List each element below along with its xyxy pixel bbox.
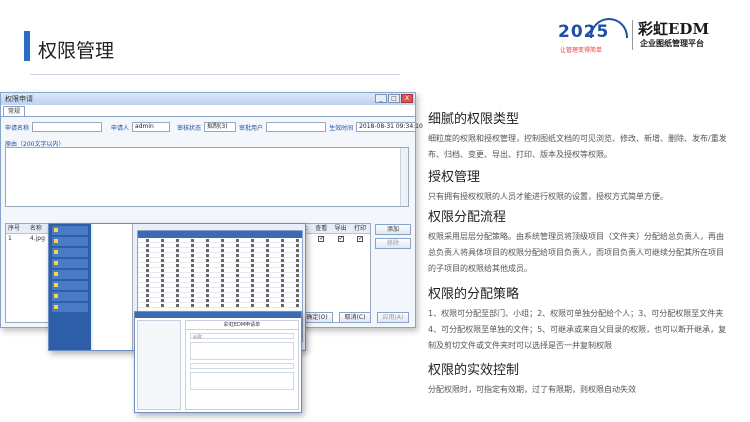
apply-button[interactable]: 应用(A) bbox=[377, 312, 409, 323]
tree-node bbox=[93, 242, 132, 248]
permission-cell bbox=[331, 234, 350, 244]
column-header[interactable]: 查看 bbox=[311, 224, 330, 233]
section-body: 分配权限时，可指定有效期，过了有限期，则权限自动失效 bbox=[428, 385, 636, 394]
cloud-icon bbox=[590, 18, 628, 38]
logo-subtitle: 企业图纸管理平台 bbox=[640, 39, 704, 48]
status-label: 审核状态 bbox=[177, 124, 202, 132]
remove-button[interactable]: 移除 bbox=[375, 238, 411, 249]
sidebar-item bbox=[52, 303, 88, 312]
logo-slogan: 让管理变得简单 bbox=[560, 47, 603, 54]
reviewer-label: 审批用户 bbox=[239, 124, 264, 132]
dialog-titlebar: 权限申请 _ □ X bbox=[1, 93, 415, 105]
logo-2025: 2025 让管理变得简单 bbox=[558, 18, 628, 54]
row-index: 1 bbox=[8, 235, 12, 242]
sidebar-item bbox=[52, 259, 88, 268]
form-field bbox=[190, 342, 294, 360]
minimize-icon[interactable]: _ bbox=[375, 94, 387, 103]
cancel-button[interactable]: 取消(C) bbox=[339, 312, 371, 323]
tab-general[interactable]: 常规 bbox=[3, 106, 25, 116]
column-header[interactable]: 序号 bbox=[6, 224, 28, 233]
add-button[interactable]: 添加 bbox=[375, 224, 411, 235]
form-field bbox=[190, 363, 294, 369]
permission-cell bbox=[350, 234, 369, 244]
section-body: 细粒度的权限和授权管理，控制图纸文档的可见浏览、修改、新增、删除、发布/重发布、… bbox=[428, 134, 727, 159]
reviewer-input[interactable] bbox=[266, 122, 327, 132]
section-allocation-flow: 权限分配流程 权限采用层层分配策略。由系统管理员将顶级项目（文件夹）分配给总负责… bbox=[428, 206, 728, 277]
requester-label: 申请人 bbox=[111, 124, 130, 132]
page-title: 权限管理 bbox=[38, 40, 115, 62]
permission-checkbox[interactable] bbox=[318, 234, 324, 244]
close-icon[interactable]: X bbox=[401, 94, 413, 103]
section-heading: 权限分配流程 bbox=[428, 210, 507, 225]
section-heading: 权限的实效控制 bbox=[428, 363, 520, 378]
window-controls: _ □ X bbox=[375, 94, 413, 103]
form-field-company: 公司： bbox=[190, 333, 294, 339]
section-body: 权限采用层层分配策略。由系统管理员将顶级项目（文件夹）分配给总负责人，再由总负责… bbox=[428, 232, 724, 273]
grid-row bbox=[138, 303, 302, 308]
maximize-icon[interactable]: □ bbox=[388, 94, 400, 103]
sidebar-item bbox=[52, 281, 88, 290]
section-body: 1、权限可分配至部门、小组；2、权限可单独分配给个人；3、可分配权限至文件夹4、… bbox=[428, 309, 727, 350]
sidebar-item bbox=[52, 226, 88, 235]
title-accent-bar bbox=[24, 31, 30, 61]
sidebar-item bbox=[52, 237, 88, 246]
request-form-screenshot: 彩虹EDM申请单 公司： bbox=[134, 311, 302, 413]
section-permission-types: 细腻的权限类型 细粒度的权限和授权管理，控制图纸文档的可见浏览、修改、新增、删除… bbox=[428, 108, 728, 163]
effective-time-input[interactable]: 2018-08-31 09:34:10 bbox=[356, 122, 423, 132]
reason-textarea[interactable] bbox=[5, 147, 409, 207]
request-name-label: 申请名称 bbox=[5, 124, 30, 132]
form-header: 彩虹EDM申请单 bbox=[186, 321, 298, 330]
column-header[interactable]: 打印 bbox=[350, 224, 369, 233]
column-header[interactable]: 导出 bbox=[331, 224, 350, 233]
effective-time-label: 生效时间 bbox=[329, 124, 354, 132]
section-authorization: 授权管理 只有拥有授权权限的人员才能进行权限的设置，授权方式简单方便。 bbox=[428, 166, 728, 205]
logo-divider bbox=[632, 20, 633, 50]
form-folder-tree bbox=[137, 320, 181, 410]
section-heading: 权限的分配策略 bbox=[428, 287, 520, 302]
sidebar-item bbox=[52, 248, 88, 257]
status-select[interactable]: 拟制(3) bbox=[204, 122, 237, 132]
permission-checkbox[interactable] bbox=[357, 234, 363, 244]
permission-cell bbox=[311, 234, 330, 244]
folder-tree bbox=[93, 224, 133, 350]
grid-header bbox=[138, 231, 302, 238]
section-heading: 细腻的权限类型 bbox=[428, 112, 520, 127]
logo-brand: 彩虹EDM bbox=[638, 20, 710, 38]
section-allocation-strategy: 权限的分配策略 1、权限可分配至部门、小组；2、权限可单独分配给个人；3、可分配… bbox=[428, 283, 728, 354]
permission-checkbox[interactable] bbox=[337, 234, 344, 244]
section-validity-control: 权限的实效控制 分配权限时，可指定有效期，过了有限期，则权限自动失效 bbox=[428, 359, 728, 398]
tree-node bbox=[138, 345, 180, 351]
requester-input[interactable]: admin bbox=[132, 122, 171, 132]
sidebar-item bbox=[52, 270, 88, 279]
reason-scrollbar[interactable] bbox=[400, 148, 408, 206]
form-titlebar bbox=[135, 312, 301, 318]
form-field bbox=[190, 372, 294, 390]
app-sidebar bbox=[49, 224, 91, 350]
header-divider bbox=[30, 74, 400, 75]
request-form-row: 申请名称 申请人 admin 审核状态 拟制(3) 审批用户 生效时间 2018… bbox=[5, 121, 423, 133]
request-form: 彩虹EDM申请单 公司： bbox=[185, 320, 299, 410]
sidebar-item bbox=[52, 292, 88, 301]
section-body: 只有拥有授权权限的人员才能进行权限的设置，授权方式简单方便。 bbox=[428, 192, 668, 201]
request-name-input[interactable] bbox=[32, 122, 103, 132]
dialog-title: 权限申请 bbox=[5, 95, 33, 103]
section-heading: 授权管理 bbox=[428, 170, 481, 185]
